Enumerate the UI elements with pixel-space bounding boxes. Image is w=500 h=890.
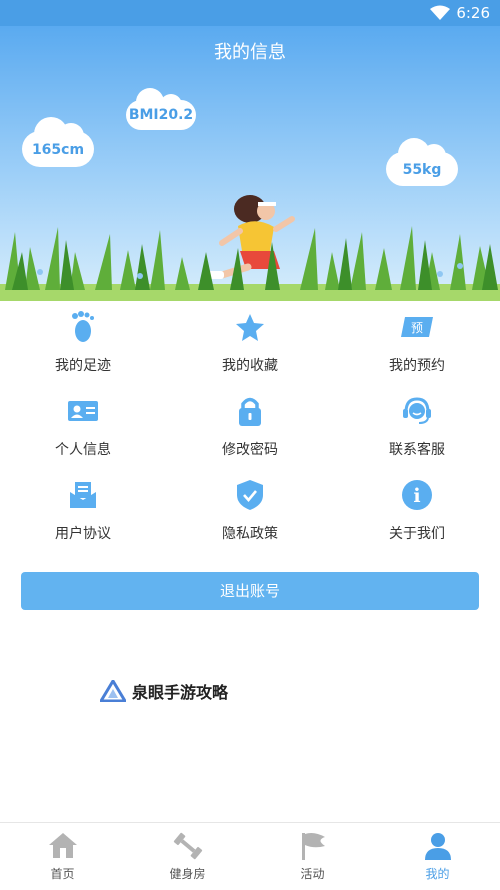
id-card-icon — [68, 401, 98, 421]
menu-item-about-us[interactable]: i 关于我们 — [334, 473, 500, 555]
menu-item-label: 隐私政策 — [222, 526, 278, 542]
status-time: 6:26 — [456, 4, 490, 22]
wifi-icon — [430, 5, 450, 20]
menu-item-favorites[interactable]: 我的收藏 — [167, 305, 333, 387]
menu-grid: 我的足迹 我的收藏 预 我的预约 个人信息 修改密码 联系客服 用户协议 隐私政… — [0, 305, 500, 555]
menu-item-label: 我的收藏 — [222, 358, 278, 374]
info-icon: i — [402, 480, 432, 510]
menu-item-label: 关于我们 — [389, 526, 445, 542]
grass-decoration — [0, 226, 500, 301]
watermark-text: 泉眼手游攻略 — [132, 683, 229, 702]
menu-item-label: 修改密码 — [222, 442, 278, 458]
menu-item-label: 我的预约 — [389, 358, 445, 374]
menu-item-change-password[interactable]: 修改密码 — [167, 389, 333, 471]
bottom-tab-bar: 首页 健身房 活动 我的 — [0, 822, 500, 890]
height-value: 165cm — [31, 142, 85, 158]
height-cloud: 165cm — [22, 117, 94, 167]
weight-cloud: 55kg — [386, 138, 458, 186]
weight-value: 55kg — [402, 162, 442, 178]
person-icon — [424, 833, 451, 860]
menu-item-user-agreement[interactable]: 用户协议 — [0, 473, 166, 555]
menu-item-reservation[interactable]: 预 我的预约 — [334, 305, 500, 387]
tab-label: 健身房 — [169, 867, 206, 881]
menu-item-label: 联系客服 — [389, 442, 445, 458]
footprint-icon — [72, 311, 94, 342]
flag-icon — [301, 833, 325, 860]
menu-item-label: 个人信息 — [55, 442, 111, 458]
menu-item-customer-service[interactable]: 联系客服 — [334, 389, 500, 471]
reservation-icon: 预 — [401, 317, 433, 337]
tab-home[interactable]: 首页 — [0, 823, 125, 890]
tab-label: 活动 — [300, 867, 325, 881]
tab-label: 首页 — [50, 867, 75, 881]
tab-activity[interactable]: 活动 — [250, 823, 375, 890]
status-bar: 6:26 — [0, 0, 500, 26]
logout-button[interactable]: 退出账号 — [21, 572, 479, 610]
tab-gym[interactable]: 健身房 — [125, 823, 250, 890]
headset-icon — [403, 397, 431, 424]
tab-mine[interactable]: 我的 — [375, 823, 500, 890]
dumbbell-icon — [173, 832, 202, 860]
watermark: 泉眼手游攻略 — [100, 676, 228, 706]
menu-item-footprint[interactable]: 我的足迹 — [0, 305, 166, 387]
tab-label: 我的 — [425, 867, 450, 881]
bmi-value: BMI20.2 — [128, 107, 194, 123]
reservation-badge: 预 — [411, 321, 423, 335]
profile-hero: 我的信息 165cm BMI20.2 55kg — [0, 26, 500, 301]
page-title: 我的信息 — [214, 42, 286, 63]
watermark-logo-icon — [100, 680, 126, 702]
menu-item-privacy-policy[interactable]: 隐私政策 — [167, 473, 333, 555]
home-icon — [48, 833, 77, 858]
info-glyph: i — [413, 485, 420, 507]
bmi-cloud: BMI20.2 — [126, 88, 196, 130]
lock-icon — [239, 397, 261, 426]
menu-item-profile[interactable]: 个人信息 — [0, 389, 166, 471]
agreement-icon — [70, 482, 96, 508]
menu-item-label: 用户协议 — [55, 526, 111, 542]
star-icon — [236, 314, 264, 341]
menu-item-label: 我的足迹 — [55, 358, 111, 374]
shield-icon — [237, 480, 263, 510]
